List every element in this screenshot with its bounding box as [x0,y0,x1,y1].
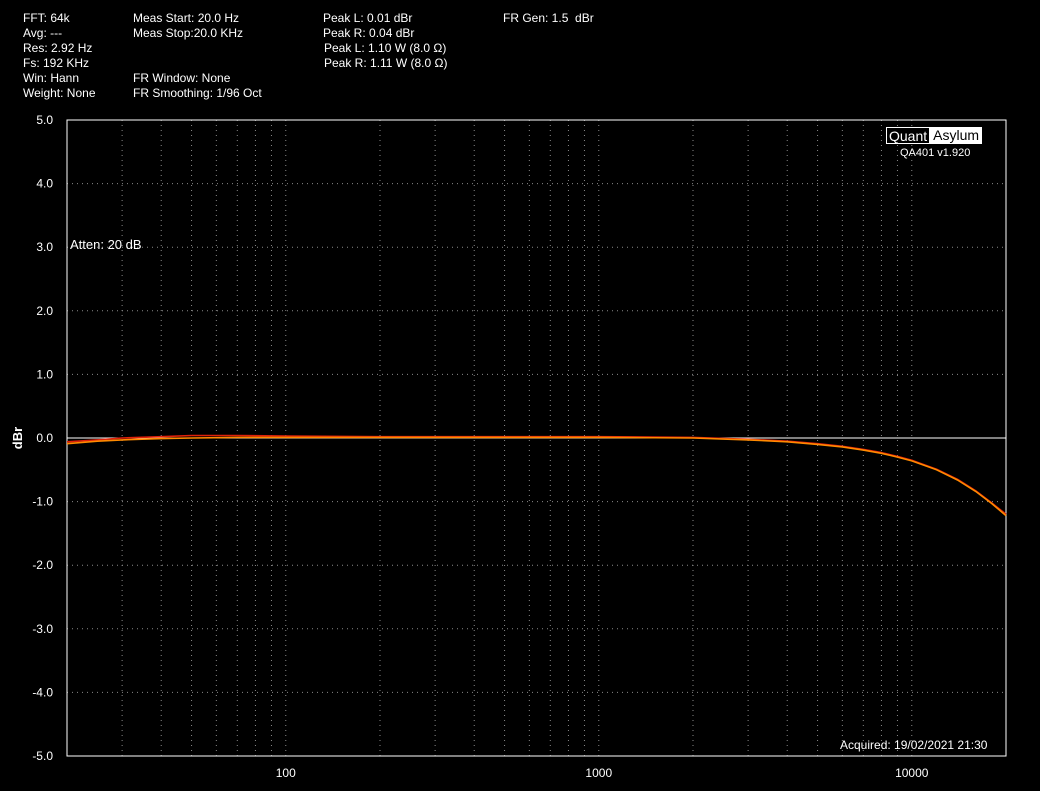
series-layer [66,434,1007,517]
y-tick-label: -1.0 [32,495,53,509]
y-tick-label: 5.0 [36,113,53,127]
logo-quant: Quant [886,127,931,144]
logo-asylum: Asylum [930,127,983,144]
y-tick-label: -4.0 [32,685,53,699]
y-tick-label: 3.0 [36,240,53,254]
frequency-response-chart: 5.0 4.0 3.0 2.0 1.0 0.0 -1.0 -2.0 -3.0 -4.0 -5.0 1… [10,113,1007,780]
y-tick-label: -2.0 [32,558,53,572]
quantasylum-logo: Quant Asylum [886,127,983,144]
series-line-r [66,434,1007,515]
y-axis-label: dBr [10,427,25,449]
y-tick-label: -3.0 [32,622,53,636]
y-tick-label: 0.0 [36,431,53,445]
version-label: QA401 v1.920 [900,147,971,159]
y-tick-label: 2.0 [36,304,53,318]
x-tick-label: 1000 [585,766,612,780]
y-tick-label: 4.0 [36,177,53,191]
y-tick-labels: 5.0 4.0 3.0 2.0 1.0 0.0 -1.0 -2.0 -3.0 -4.0 -5.0 [32,113,53,763]
x-tick-label: 10000 [895,766,929,780]
acquired-timestamp: Acquired: 19/02/2021 21:30 [840,738,988,752]
y-tick-label: -5.0 [32,749,53,763]
x-tick-labels: 100 1000 10000 [276,766,929,780]
x-tick-label: 100 [276,766,296,780]
atten-label: Atten: 20 dB [70,237,142,252]
y-tick-label: 1.0 [36,367,53,381]
